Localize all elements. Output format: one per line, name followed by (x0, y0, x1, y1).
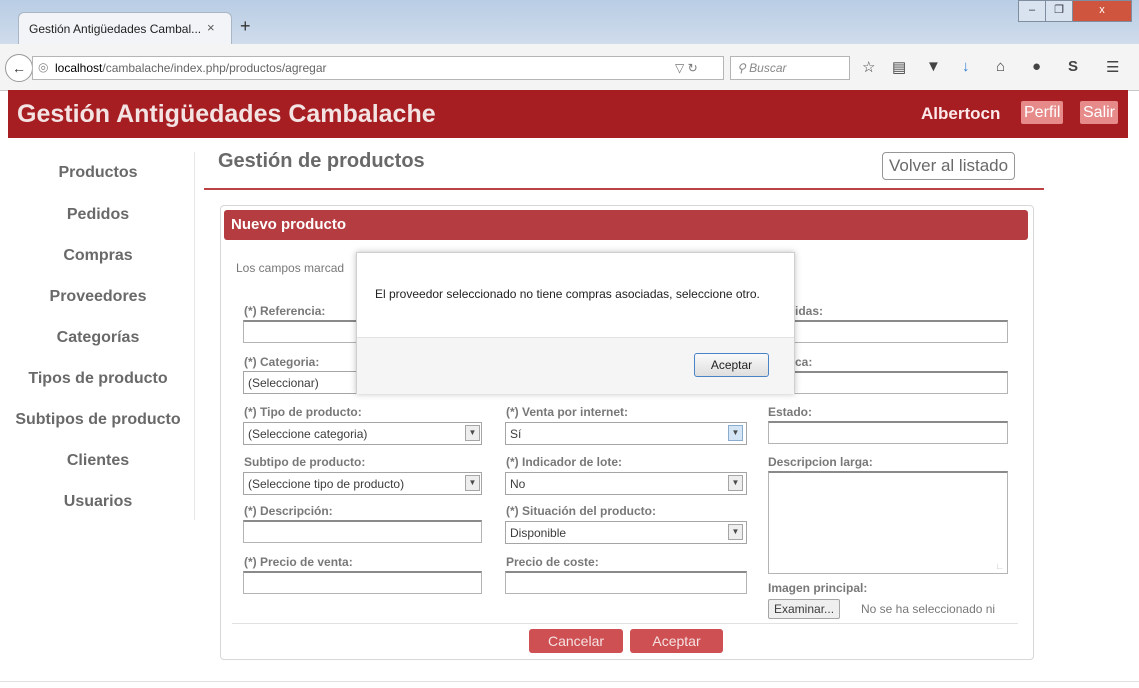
close-window-button[interactable]: x (1072, 0, 1132, 22)
menu-icon[interactable]: ☰ (1106, 58, 1119, 76)
search-icon: ⚲ (737, 61, 746, 75)
back-arrow-icon[interactable]: ← (5, 54, 33, 82)
tab-close-icon[interactable]: × (207, 20, 215, 35)
url-text: localhost/cambalache/index.php/productos… (55, 61, 327, 75)
address-bar[interactable]: ◎ localhost/cambalache/index.php/product… (32, 56, 724, 80)
dialog-footer: Aceptar (357, 337, 794, 394)
reload-icon[interactable]: ▽ ↻ (675, 61, 698, 75)
download-icon[interactable]: ↓ (962, 58, 970, 75)
dialog-message: El proveedor seleccionado no tiene compr… (375, 287, 760, 301)
url-path: /cambalache/index.php/productos/agregar (102, 61, 327, 75)
chat-icon[interactable]: ● (1032, 58, 1041, 75)
bookmark-star-icon[interactable]: ☆ (862, 58, 875, 76)
maximize-window-button[interactable]: ❐ (1045, 0, 1073, 22)
browser-titlebar: Gestión Antigüedades Cambal... × + – ❐ x (0, 0, 1139, 45)
globe-icon: ◎ (38, 60, 49, 74)
pocket-icon[interactable]: ▼ (926, 58, 941, 75)
dialog-body: El proveedor seleccionado no tiene compr… (357, 253, 794, 337)
app-title: Gestión Antigüedades Cambalache (17, 100, 436, 128)
url-host: localhost (55, 61, 103, 75)
app-header: Gestión Antigüedades Cambalache Albertoc… (8, 90, 1128, 138)
user-name: Albertocn (921, 104, 1001, 123)
tab-title: Gestión Antigüedades Cambal... (29, 22, 202, 36)
home-icon[interactable]: ⌂ (996, 58, 1005, 75)
search-box[interactable]: ⚲ Buscar (730, 56, 850, 80)
minimize-window-button[interactable]: – (1018, 0, 1046, 22)
reading-list-icon[interactable]: ▤ (892, 58, 906, 76)
dialog-accept-button[interactable]: Aceptar (694, 353, 769, 377)
browser-navbar: ← ◎ localhost/cambalache/index.php/produ… (0, 44, 1139, 91)
alert-dialog: El proveedor seleccionado no tiene compr… (356, 252, 795, 394)
skype-icon[interactable]: S (1068, 58, 1078, 75)
modal-overlay (0, 138, 1139, 688)
logout-button[interactable]: Salir (1080, 101, 1119, 124)
profile-button[interactable]: Perfil (1021, 101, 1064, 124)
search-input[interactable]: ⚲ Buscar (737, 61, 787, 75)
search-placeholder: Buscar (749, 61, 787, 75)
new-tab-button[interactable]: + (240, 16, 251, 37)
browser-tab[interactable]: Gestión Antigüedades Cambal... × (18, 12, 232, 45)
